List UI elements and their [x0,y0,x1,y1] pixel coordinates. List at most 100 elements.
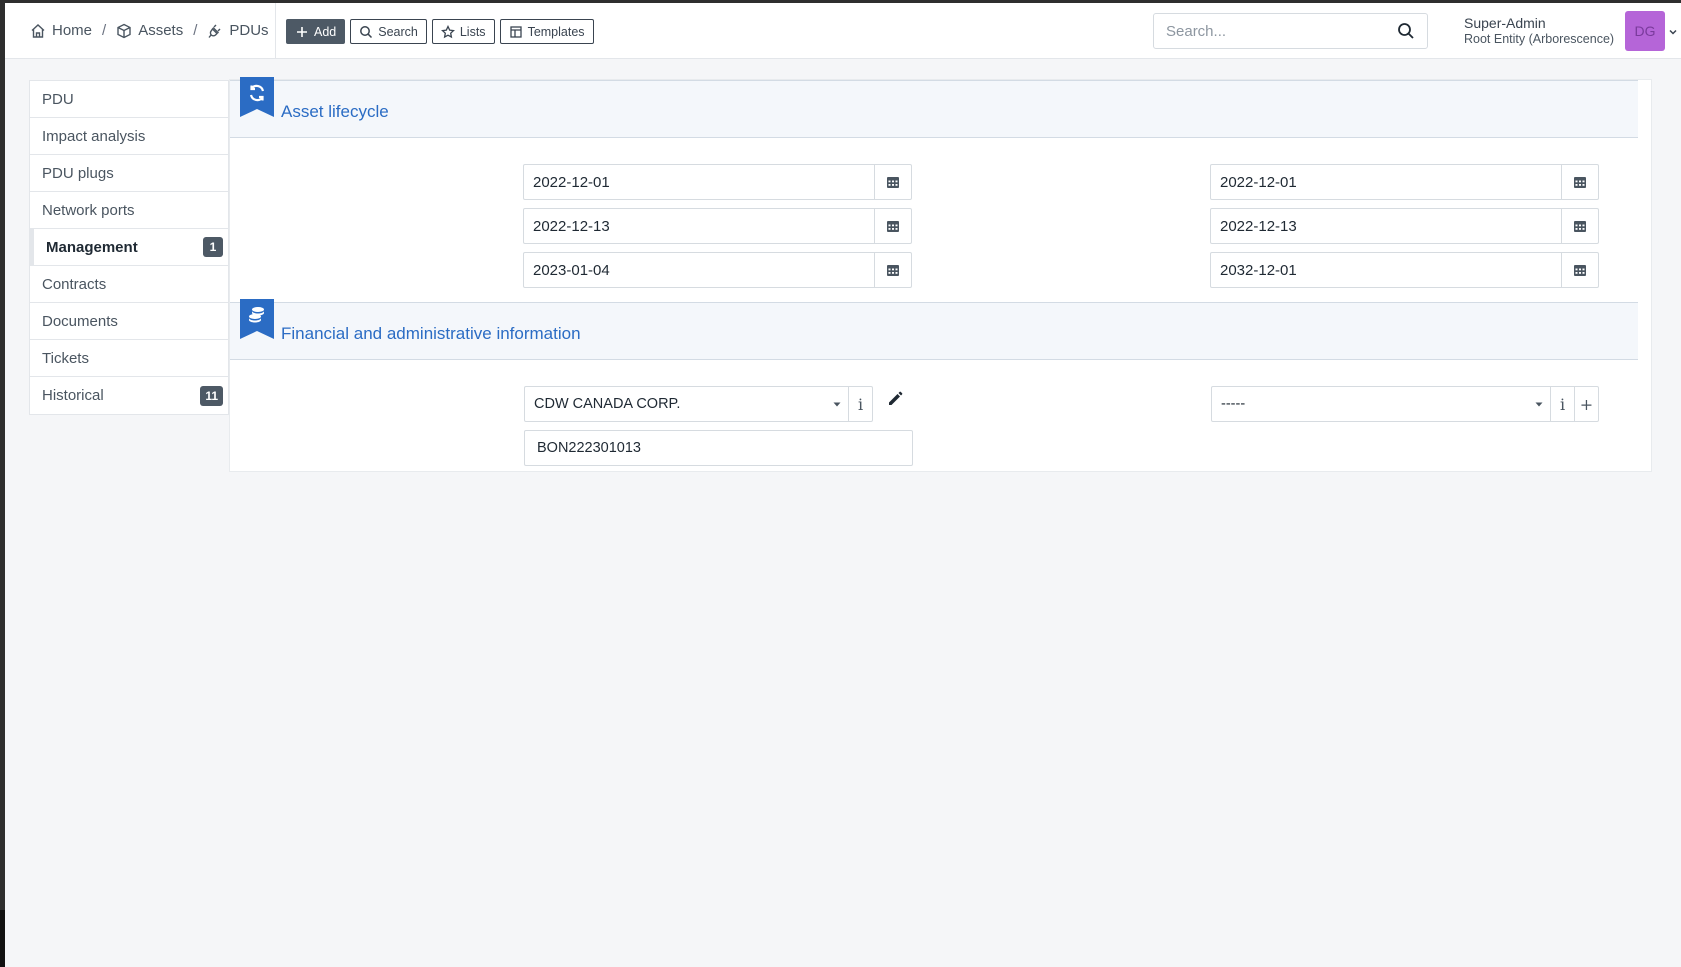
sidebar-item-pdu[interactable]: PDU [30,81,228,118]
plus-icon [297,26,307,37]
supplier-info-button[interactable]: i [848,387,872,421]
startup-date-field[interactable]: 2022-12-13 [1210,208,1599,244]
last-inventory-date-field[interactable]: 2023-01-04 [523,252,912,288]
sidebar-item-pdu-plugs[interactable]: PDU plugs [30,155,228,192]
pencil-icon[interactable] [886,390,904,408]
lists-button[interactable]: Lists [431,19,495,44]
add-button-label: Add [314,24,337,39]
calendar-button[interactable] [874,253,911,287]
sidebar-item-management[interactable]: Management 1 [30,229,228,266]
sidebar-item-network-ports[interactable]: Network ports [30,192,228,229]
caret-down-icon [1535,402,1543,407]
sidebar-item-label: Network ports [42,201,135,219]
avatar[interactable]: DG [1625,11,1665,51]
sidebar-item-contracts[interactable]: Contracts [30,266,228,303]
order-number-field[interactable]: BON222301013 [524,430,913,466]
breadcrumb-separator: / [102,22,107,39]
dropdown-caret[interactable] [1528,387,1550,421]
sidebar-item-label: Impact analysis [42,127,146,145]
breadcrumb-pdus-label: PDUs [229,22,269,39]
sidebar-item-label: PDU plugs [42,164,114,182]
calendar-icon [1574,265,1586,276]
user-menu[interactable]: Super-Admin Root Entity (Arborescence) [1464,15,1614,47]
purchase-date-field[interactable]: 2022-12-01 [1210,164,1599,200]
last-inventory-date-value[interactable]: 2023-01-04 [524,253,874,287]
top-header: Home / Assets / PDUs Add Search Lists Te… [5,3,1681,59]
calendar-icon [887,177,899,188]
calendar-button[interactable] [1561,253,1598,287]
templates-button-label: Templates [527,24,585,39]
delivery-date-value[interactable]: 2022-12-13 [524,209,874,243]
user-name: Super-Admin [1464,15,1546,31]
count-badge: 1 [203,237,223,257]
search-button[interactable]: Search [350,19,427,44]
calendar-icon [887,265,899,276]
order-date-value[interactable]: 2022-12-01 [524,165,874,199]
search-icon[interactable] [1397,22,1415,40]
startup-date-value[interactable]: 2022-12-13 [1211,209,1561,243]
sidebar-item-label: Contracts [42,275,107,293]
budget-info-button[interactable]: i [1550,387,1574,421]
sidebar-item-label: Tickets [42,349,89,367]
decommission-date-value[interactable]: 2032-12-01 [1211,253,1561,287]
budget-select[interactable]: ----- i + [1211,386,1599,422]
order-date-field[interactable]: 2022-12-01 [523,164,912,200]
section-title: Asset lifecycle [281,102,389,121]
section-title: Financial and administrative information [281,324,581,343]
calendar-button[interactable] [874,165,911,199]
plug-icon [208,24,221,38]
templates-button[interactable]: Templates [499,19,594,44]
calendar-icon [887,221,899,232]
sidebar-item-label: Documents [42,312,118,330]
section-ribbon [240,299,274,339]
sidebar-item-label: Management [46,238,138,256]
calendar-button[interactable] [1561,209,1598,243]
budget-value[interactable]: ----- [1212,387,1528,421]
sidebar-tabs: PDU Impact analysis PDU plugs Network po… [29,80,229,415]
sync-icon [249,84,265,102]
sidebar-item-impact-analysis[interactable]: Impact analysis [30,118,228,155]
window-left-edge [0,0,5,967]
management-panel: Asset lifecycle Order date 2022-12-01 De… [229,77,1652,472]
section-asset-lifecycle: Asset lifecycle [230,77,1638,138]
add-button[interactable]: Add [286,19,346,44]
supplier-select[interactable]: CDW CANADA CORP. i [524,386,873,422]
breadcrumb-assets[interactable]: Assets [116,22,183,39]
coins-icon [249,307,264,323]
search-button-label: Search [378,24,418,39]
budget-add-button[interactable]: + [1574,387,1598,421]
header-divider [275,3,276,59]
sidebar-item-label: PDU [42,90,74,108]
calendar-button[interactable] [1561,165,1598,199]
user-entity: Root Entity (Arborescence) [1464,31,1615,46]
breadcrumb-home-label: Home [52,22,93,39]
global-search-input[interactable] [1166,22,1397,40]
search-icon [360,25,373,38]
header-toolbar: Add Search Lists Templates [286,19,594,44]
count-badge: 11 [200,385,223,406]
chevron-down-icon[interactable] [1668,27,1678,37]
supplier-value[interactable]: CDW CANADA CORP. [525,387,826,421]
breadcrumb-separator: / [193,22,198,39]
sidebar-item-historical[interactable]: Historical 11 [30,377,228,414]
breadcrumb: Home / Assets / PDUs [30,22,269,39]
lists-button-label: Lists [459,24,486,39]
delivery-date-field[interactable]: 2022-12-13 [523,208,912,244]
breadcrumb-assets-label: Assets [138,22,184,39]
global-search [1153,13,1428,49]
purchase-date-value[interactable]: 2022-12-01 [1211,165,1561,199]
calendar-button[interactable] [874,209,911,243]
decommission-date-field[interactable]: 2032-12-01 [1210,252,1599,288]
section-ribbon [240,77,274,117]
sidebar-item-tickets[interactable]: Tickets [30,340,228,377]
dropdown-caret[interactable] [826,387,848,421]
calendar-icon [1574,221,1586,232]
breadcrumb-home[interactable]: Home [30,22,92,39]
breadcrumb-pdus[interactable]: PDUs [207,22,269,39]
calendar-icon [1574,177,1586,188]
star-icon [440,24,455,38]
sidebar-item-documents[interactable]: Documents [30,303,228,340]
caret-down-icon [833,402,841,407]
box-icon [117,23,131,38]
template-icon [509,25,522,38]
